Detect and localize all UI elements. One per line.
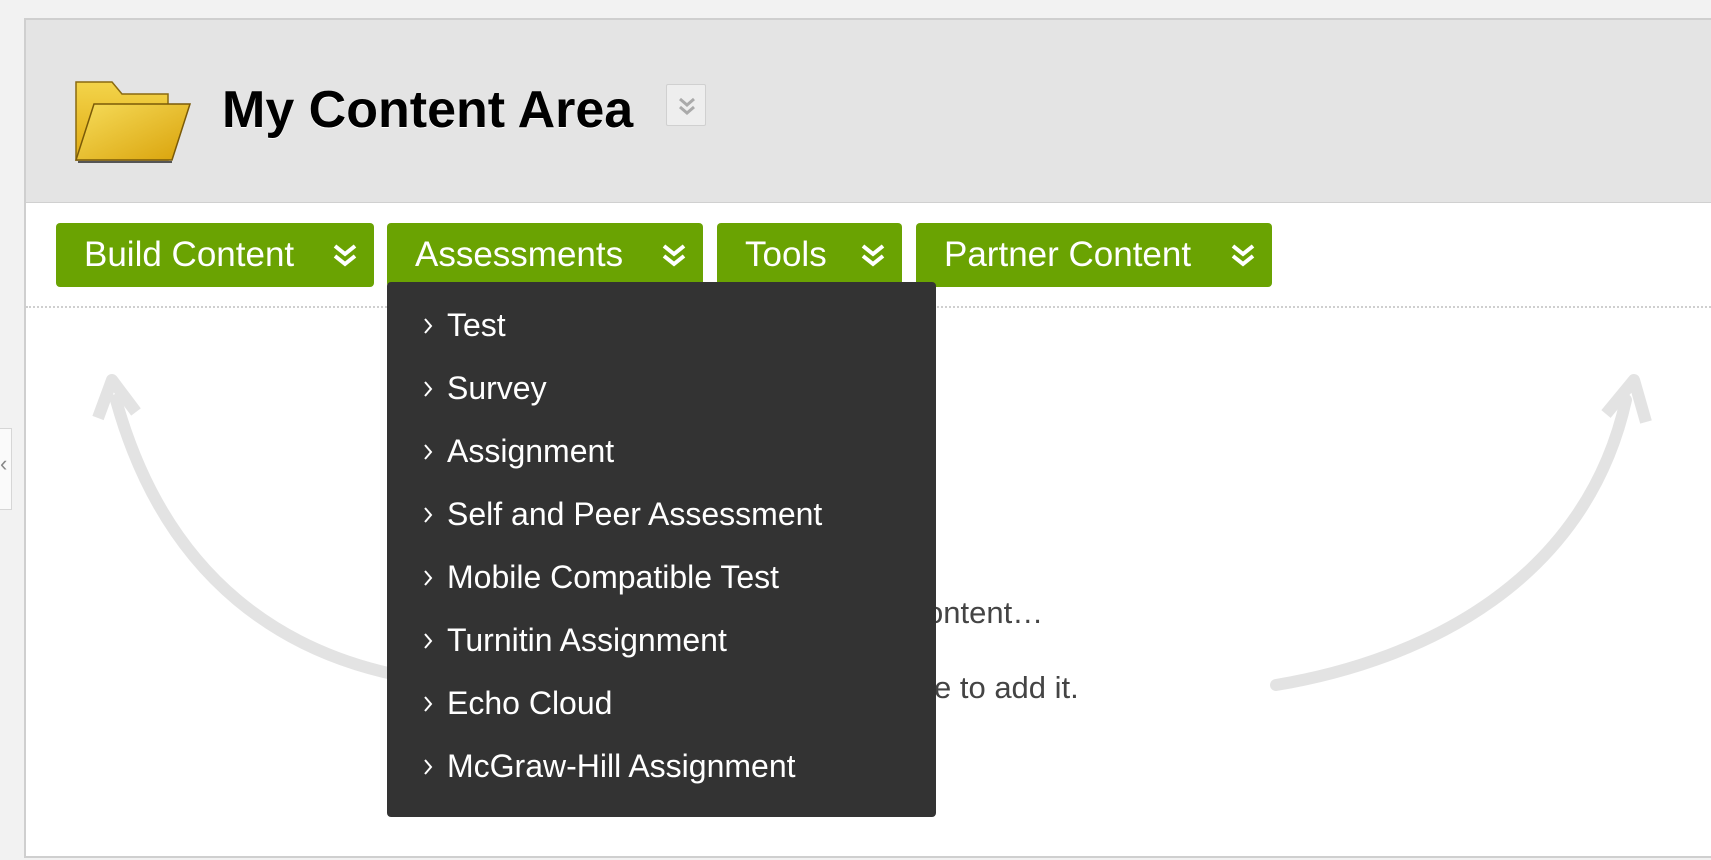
menu-item-test[interactable]: Test bbox=[387, 294, 936, 357]
menu-item-mobile-compatible-test[interactable]: Mobile Compatible Test bbox=[387, 546, 936, 609]
double-chevron-down-icon bbox=[333, 244, 357, 267]
partner-content-label: Partner Content bbox=[944, 235, 1192, 274]
tools-button[interactable]: Tools bbox=[717, 223, 902, 287]
chevron-right-icon bbox=[424, 695, 433, 712]
assessments-label: Assessments bbox=[415, 235, 624, 274]
assessments-button[interactable]: Assessments bbox=[387, 223, 703, 287]
build-content-label: Build Content bbox=[84, 235, 295, 274]
menu-item-self-and-peer-assessment[interactable]: Self and Peer Assessment bbox=[387, 483, 936, 546]
chevron-right-icon bbox=[424, 569, 433, 586]
menu-item-label: McGraw-Hill Assignment bbox=[447, 748, 796, 784]
double-chevron-down-icon bbox=[662, 244, 686, 267]
chevron-right-icon bbox=[424, 317, 433, 334]
double-chevron-down-icon bbox=[861, 244, 885, 267]
menu-item-label: Assignment bbox=[447, 433, 615, 469]
chevron-right-icon bbox=[424, 758, 433, 775]
menu-item-turnitin-assignment[interactable]: Turnitin Assignment bbox=[387, 609, 936, 672]
empty-state-line-1: ontent… bbox=[926, 595, 1044, 630]
build-content-button[interactable]: Build Content bbox=[56, 223, 374, 287]
menu-item-label: Mobile Compatible Test bbox=[447, 559, 780, 595]
assessments-dropdown-menu: Test Survey Assignment Self and Peer Ass… bbox=[387, 282, 936, 817]
chevron-right-icon bbox=[424, 443, 433, 460]
menu-item-survey[interactable]: Survey bbox=[387, 357, 936, 420]
double-chevron-down-icon bbox=[1231, 244, 1255, 267]
menu-item-echo-cloud[interactable]: Echo Cloud bbox=[387, 672, 936, 735]
chevron-right-icon bbox=[424, 506, 433, 523]
side-panel-collapse-tab[interactable] bbox=[0, 428, 12, 510]
menu-item-mcgraw-hill-assignment[interactable]: McGraw-Hill Assignment bbox=[387, 735, 936, 798]
chevron-right-icon bbox=[424, 632, 433, 649]
menu-item-label: Turnitin Assignment bbox=[447, 622, 727, 658]
menu-item-label: Echo Cloud bbox=[447, 685, 613, 721]
chevron-right-icon bbox=[424, 380, 433, 397]
partner-content-button[interactable]: Partner Content bbox=[916, 223, 1272, 287]
menu-item-label: Survey bbox=[447, 370, 547, 406]
tools-label: Tools bbox=[745, 235, 827, 274]
menu-item-label: Test bbox=[447, 307, 506, 343]
menu-item-label: Self and Peer Assessment bbox=[447, 496, 823, 532]
menu-item-assignment[interactable]: Assignment bbox=[387, 420, 936, 483]
empty-state-line-2: e to add it. bbox=[934, 670, 1079, 705]
